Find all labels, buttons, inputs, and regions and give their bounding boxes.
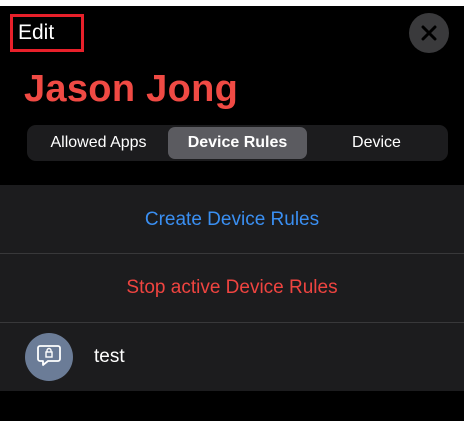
tab-allowed-apps[interactable]: Allowed Apps	[29, 127, 168, 159]
tab-device-rules[interactable]: Device Rules	[168, 127, 307, 159]
list-item[interactable]: test	[0, 323, 464, 391]
tab-segmented-control: Allowed Apps Device Rules Device	[27, 125, 448, 161]
tab-device[interactable]: Device	[307, 127, 446, 159]
top-header-strip	[0, 0, 464, 6]
create-device-rules-button[interactable]: Create Device Rules	[0, 188, 464, 252]
close-button[interactable]	[409, 13, 449, 53]
avatar	[25, 333, 73, 381]
edit-button-label: Edit	[18, 21, 55, 44]
edit-button[interactable]: Edit	[10, 14, 84, 52]
list-divider	[0, 253, 464, 254]
stop-device-rules-button[interactable]: Stop active Device Rules	[0, 255, 464, 321]
profile-name-title: Jason Jong	[24, 68, 239, 110]
bottom-area	[0, 391, 464, 421]
close-icon	[421, 25, 437, 41]
rule-message-icon	[36, 343, 62, 372]
device-rules-screen: Edit Jason Jong Allowed Apps Device Rule…	[0, 0, 464, 421]
rule-name: test	[94, 346, 125, 367]
